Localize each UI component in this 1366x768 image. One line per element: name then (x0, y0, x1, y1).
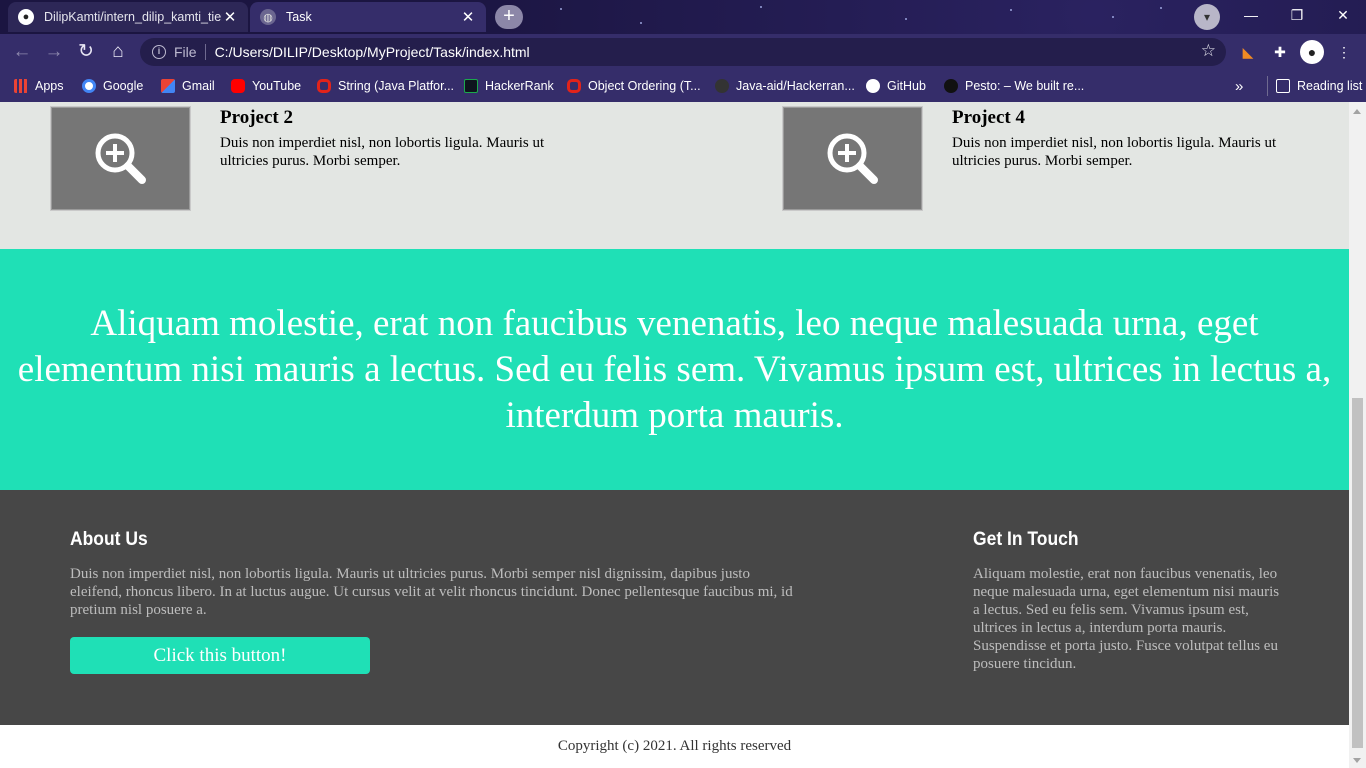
reload-button[interactable]: ↻ (72, 38, 100, 66)
bookmark-label: HackerRank (485, 79, 554, 93)
profile-avatar[interactable]: ● (1300, 40, 1324, 64)
project-description: Duis non imperdiet nisl, non lobortis li… (952, 135, 1277, 169)
about-heading: About Us (70, 529, 148, 550)
bookmark-label: Gmail (182, 79, 215, 93)
bookmark-object-ordering[interactable]: Object Ordering (T... (567, 76, 701, 96)
extensions-puzzle-icon[interactable]: ✚ (1268, 40, 1292, 64)
projects-section: Project 2 Duis non imperdiet nisl, non l… (0, 102, 1349, 249)
forward-button[interactable]: → (40, 38, 68, 66)
scroll-up-arrow-icon[interactable] (1353, 109, 1361, 114)
bookmark-github[interactable]: GitHub (866, 76, 926, 96)
browser-toolbar: ← → ↻ ⌂ i File C:/Users/DILIP/Desktop/My… (0, 34, 1366, 70)
restore-button[interactable]: ❐ (1274, 0, 1320, 30)
google-icon (82, 79, 96, 93)
vertical-scrollbar[interactable] (1349, 102, 1366, 768)
tab-title: Task (286, 10, 312, 24)
project-title: Project 4 (952, 107, 1025, 128)
hackerrank-icon (464, 79, 478, 93)
github-icon (715, 79, 729, 93)
bookmark-label: GitHub (887, 79, 926, 93)
github-icon (866, 79, 880, 93)
new-tab-button[interactable]: + (495, 5, 523, 29)
bookmark-java-string[interactable]: String (Java Platfor... (317, 76, 454, 96)
home-button[interactable]: ⌂ (104, 38, 132, 66)
minimize-button[interactable]: — (1228, 0, 1274, 30)
bookmark-label: String (Java Platfor... (338, 79, 455, 93)
bookmark-label: Java-aid/Hackerran... (736, 79, 855, 93)
oracle-icon (567, 79, 581, 93)
bookmark-label: Google (103, 79, 144, 93)
bookmark-label: YouTube (252, 79, 302, 93)
close-tab-icon[interactable]: ✕ (222, 8, 238, 26)
oracle-icon (317, 79, 331, 93)
zoom-in-icon (827, 133, 878, 184)
bookmark-label: Apps (35, 79, 64, 93)
url-text[interactable]: C:/Users/DILIP/Desktop/MyProject/Task/in… (215, 44, 530, 60)
background-star (905, 18, 907, 20)
project-thumbnail[interactable] (783, 107, 922, 210)
menu-icon[interactable]: ⋮ (1332, 40, 1356, 64)
bookmark-google[interactable]: Google (82, 76, 143, 96)
bookmark-youtube[interactable]: YouTube (231, 76, 301, 96)
quote-banner: Aliquam molestie, erat non faucibus vene… (0, 249, 1349, 490)
more-bookmarks-button[interactable]: » (1235, 76, 1243, 96)
project-thumbnail[interactable] (51, 107, 190, 210)
youtube-icon (231, 79, 245, 93)
background-star (1112, 16, 1114, 18)
bookmark-pesto[interactable]: Pesto: – We built re... (944, 76, 1084, 96)
tab-title: DilipKamti/intern_dilip_kamti_tier (44, 10, 222, 24)
background-star (1010, 9, 1012, 11)
copyright-text: Copyright (c) 2021. All rights reserved (0, 725, 1349, 768)
bookmark-java-aid[interactable]: Java-aid/Hackerran... (715, 76, 855, 96)
quote-text: Aliquam molestie, erat non faucibus vene… (17, 302, 1332, 436)
gmail-icon (161, 79, 175, 93)
project-title: Project 2 (220, 107, 293, 128)
background-star (1160, 7, 1162, 9)
extension-icon[interactable]: ◣ (1236, 40, 1260, 64)
background-star (560, 8, 562, 10)
scrollbar-thumb[interactable] (1352, 398, 1363, 748)
tab-github[interactable]: ● DilipKamti/intern_dilip_kamti_tier ✕ (8, 2, 248, 32)
site-footer: About Us Duis non imperdiet nisl, non lo… (0, 490, 1349, 725)
bookmark-apps[interactable]: Apps (14, 76, 64, 96)
pesto-icon (944, 79, 958, 93)
bookmark-gmail[interactable]: Gmail (161, 76, 215, 96)
background-star (640, 22, 642, 24)
address-bar[interactable]: i File C:/Users/DILIP/Desktop/MyProject/… (140, 38, 1226, 66)
reading-list-label: Reading list (1297, 79, 1363, 93)
bookmarks-bar: Apps Google Gmail YouTube String (Java P… (0, 70, 1366, 102)
reading-list-button[interactable]: Reading list (1267, 76, 1362, 96)
zoom-in-icon (95, 133, 146, 184)
contact-heading: Get In Touch (973, 529, 1079, 550)
back-button[interactable]: ← (8, 38, 36, 66)
tab-search-icon[interactable]: ▾ (1194, 4, 1220, 30)
bookmark-hackerrank[interactable]: HackerRank (464, 76, 554, 96)
reading-list-icon (1276, 79, 1290, 93)
click-this-button[interactable]: Click this button! (70, 637, 370, 674)
bookmark-label: Pesto: – We built re... (965, 79, 1085, 93)
scroll-down-arrow-icon[interactable] (1353, 758, 1361, 763)
bookmark-star-icon[interactable]: ☆ (1201, 41, 1216, 61)
close-window-button[interactable]: ✕ (1320, 0, 1366, 30)
tab-task[interactable]: ◍ Task ✕ (250, 2, 486, 32)
close-tab-icon[interactable]: ✕ (460, 8, 476, 26)
about-text: Duis non imperdiet nisl, non lobortis li… (70, 566, 793, 618)
browser-tab-strip: ● DilipKamti/intern_dilip_kamti_tier ✕ ◍… (0, 0, 1366, 34)
background-star (760, 6, 762, 8)
contact-text: Aliquam molestie, erat non faucibus vene… (973, 566, 1280, 672)
github-icon: ● (18, 9, 34, 25)
project-description: Duis non imperdiet nisl, non lobortis li… (220, 135, 545, 169)
page-viewport: Project 2 Duis non imperdiet nisl, non l… (0, 102, 1349, 768)
apps-grid-icon (14, 79, 28, 93)
globe-icon: ◍ (260, 9, 276, 25)
bookmark-label: Object Ordering (T... (588, 79, 701, 93)
site-info-icon[interactable]: i (152, 45, 166, 59)
scheme-label: File (174, 44, 206, 60)
